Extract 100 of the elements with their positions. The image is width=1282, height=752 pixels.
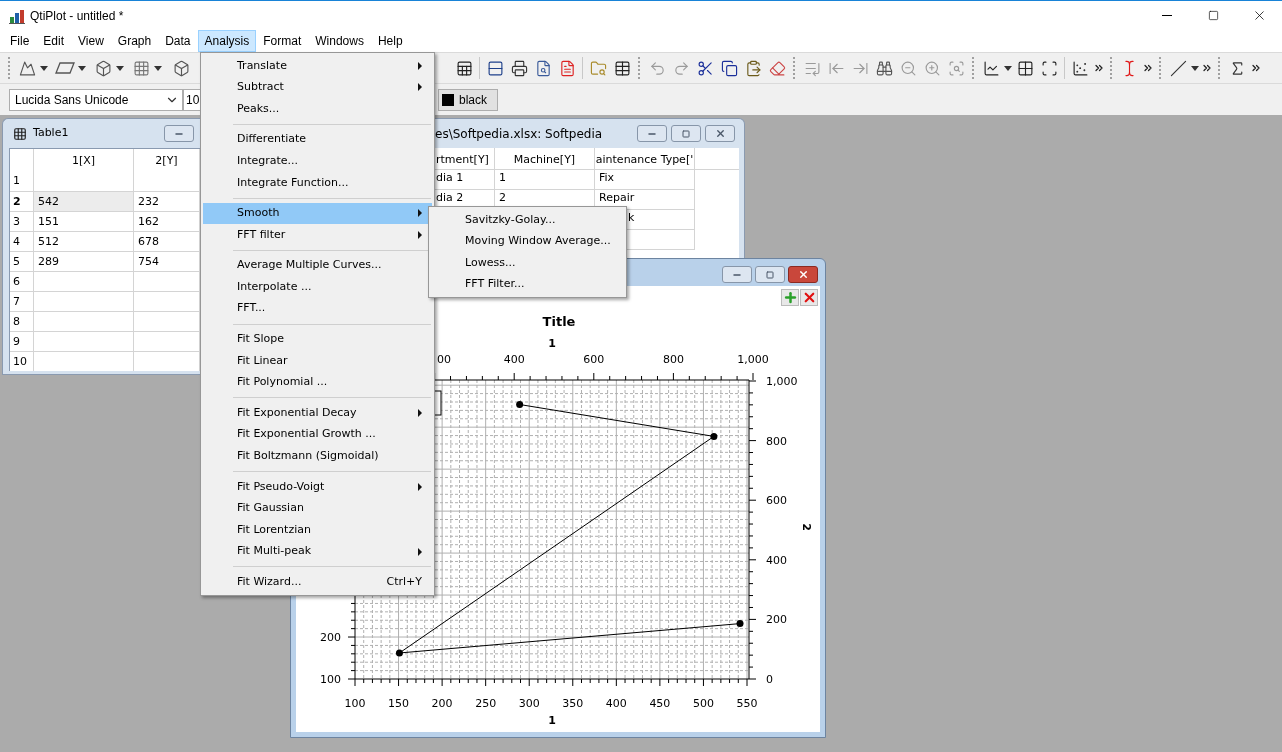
menu-item[interactable]: Lowess... <box>431 252 624 274</box>
close-button[interactable] <box>705 125 735 142</box>
menu-item[interactable]: Translate <box>203 55 432 77</box>
menu-item[interactable]: Moving Window Average... <box>431 230 624 253</box>
app-icon <box>9 7 25 24</box>
window-title: Table1 <box>33 125 69 142</box>
row-header[interactable]: 4 <box>10 232 34 251</box>
dropdown-caret-icon[interactable] <box>154 65 162 71</box>
add-layer-button[interactable] <box>781 289 799 306</box>
row-header[interactable]: 5 <box>10 252 34 271</box>
row-header[interactable]: 9 <box>10 332 34 351</box>
tick-label: 200 <box>320 631 341 645</box>
restore-icon <box>682 129 690 138</box>
minimize-icon <box>1162 15 1172 16</box>
tick-label: 500 <box>692 697 714 710</box>
menu-item[interactable]: Fit Linear <box>203 350 432 372</box>
menu-item[interactable]: Smooth <box>203 202 432 225</box>
close-icon <box>797 269 809 280</box>
menu-item[interactable]: Fit Boltzmann (Sigmoidal) <box>203 445 432 468</box>
menu-item[interactable]: Fit Pseudo-Voigt <box>203 476 432 498</box>
menu-bar-item[interactable]: Graph <box>110 30 159 52</box>
window-title: es\Softpedia.xlsx: Softpedia <box>435 125 603 143</box>
tick-label: 600 <box>766 494 787 508</box>
table-icon <box>13 126 27 141</box>
minimize-button[interactable] <box>164 125 194 142</box>
color-swatch <box>442 93 454 106</box>
tick-label: 800 <box>766 434 787 448</box>
menu-bar-item[interactable]: Analysis <box>197 30 257 52</box>
menu-item[interactable]: Subtract <box>203 76 432 99</box>
menu-item[interactable]: Average Multiple Curves... <box>203 254 432 277</box>
table-cell: k <box>628 210 635 225</box>
close-icon <box>714 128 726 139</box>
window-title: QtiPlot - untitled * <box>30 7 124 25</box>
axis-title: 2 <box>799 523 812 531</box>
table-cell: Fix <box>599 170 615 185</box>
menu-bar-item[interactable]: View <box>71 30 111 52</box>
dropdown-caret-icon[interactable] <box>40 65 48 71</box>
menu-item[interactable]: Fit Gaussian <box>203 497 432 520</box>
menu-bar-item[interactable]: Help <box>370 30 410 52</box>
row-header[interactable]: 6 <box>10 272 34 291</box>
data-point <box>736 620 744 628</box>
tick-label: 400 <box>766 553 787 567</box>
menu-item[interactable]: Fit Exponential Decay <box>203 402 432 424</box>
menu-bar-item[interactable]: File <box>3 30 37 52</box>
row-header[interactable]: 7 <box>10 292 34 311</box>
axis-title: 1 <box>548 337 556 350</box>
column-header[interactable]: 1[X] <box>34 149 134 171</box>
column-header[interactable]: Machine[Y] <box>495 148 595 169</box>
tick-label: 100 <box>344 697 366 710</box>
minimize-button[interactable] <box>637 125 667 142</box>
dropdown-caret-icon[interactable] <box>1191 65 1199 71</box>
menu-item[interactable]: Interpolate ... <box>203 276 432 298</box>
table-cell: dia 1 <box>436 170 464 185</box>
menu-item[interactable]: Integrate... <box>203 150 432 172</box>
menu-item[interactable]: Fit Slope <box>203 328 432 351</box>
menu-item[interactable]: Differentiate <box>203 128 432 151</box>
table-cell: 1 <box>499 170 506 185</box>
row-header[interactable]: 10 <box>10 352 34 371</box>
maximize-icon <box>1207 10 1219 21</box>
data-point <box>516 401 524 408</box>
restore-icon <box>766 270 774 279</box>
row-header[interactable]: 8 <box>10 312 34 331</box>
table-cell: 151 <box>34 212 134 231</box>
menu-item[interactable]: Fit Polynomial ... <box>203 371 432 394</box>
color-button[interactable]: black <box>438 88 498 111</box>
menu-item[interactable]: Fit Multi-peak <box>203 540 432 563</box>
menu-item[interactable]: Fit Lorentzian <box>203 519 432 541</box>
data-point <box>395 649 403 657</box>
table-cell: 542 <box>34 192 134 211</box>
menu-item[interactable]: FFT filter <box>203 224 432 246</box>
tick-label: 200 <box>766 613 787 627</box>
menu-item[interactable]: Peaks... <box>203 98 432 120</box>
column-header[interactable]: aintenance Type[' <box>595 148 695 169</box>
menu-item[interactable]: Fit Exponential Growth ... <box>203 423 432 446</box>
menu-item[interactable]: FFT... <box>203 297 432 320</box>
remove-layer-button[interactable] <box>800 289 818 306</box>
menu-item[interactable]: Fit Wizard... Ctrl+Y <box>203 571 432 594</box>
menu-bar-item[interactable]: Format <box>256 30 309 52</box>
menu-bar-item[interactable]: Windows <box>308 30 371 52</box>
table-cell: 2 <box>499 190 506 205</box>
tick-label: 1,000 <box>766 375 798 388</box>
row-header[interactable]: 1 <box>10 171 34 191</box>
minimize-button[interactable] <box>722 266 752 283</box>
menu-item[interactable]: Savitzky-Golay... <box>431 209 624 231</box>
menu-bar-item[interactable]: Edit <box>36 30 72 52</box>
dropdown-caret-icon[interactable] <box>78 65 86 71</box>
menu-item[interactable]: Integrate Function... <box>203 171 432 194</box>
row-header[interactable]: 3 <box>10 212 34 231</box>
tick-label: 300 <box>518 697 540 710</box>
dropdown-caret-icon[interactable] <box>1004 65 1012 71</box>
font-size-field[interactable]: 10 <box>183 88 203 111</box>
close-button[interactable] <box>788 266 818 283</box>
font-select[interactable]: Lucida Sans Unicode <box>9 88 183 111</box>
tick-label: 0 <box>766 673 773 686</box>
tick-label: 150 <box>388 697 410 710</box>
plot-title: Title <box>542 314 576 329</box>
menu-item[interactable]: FFT Filter... <box>431 273 624 296</box>
menu-bar-item[interactable]: Data <box>158 30 198 52</box>
tick-label: 350 <box>562 697 584 710</box>
dropdown-caret-icon[interactable] <box>116 65 124 71</box>
